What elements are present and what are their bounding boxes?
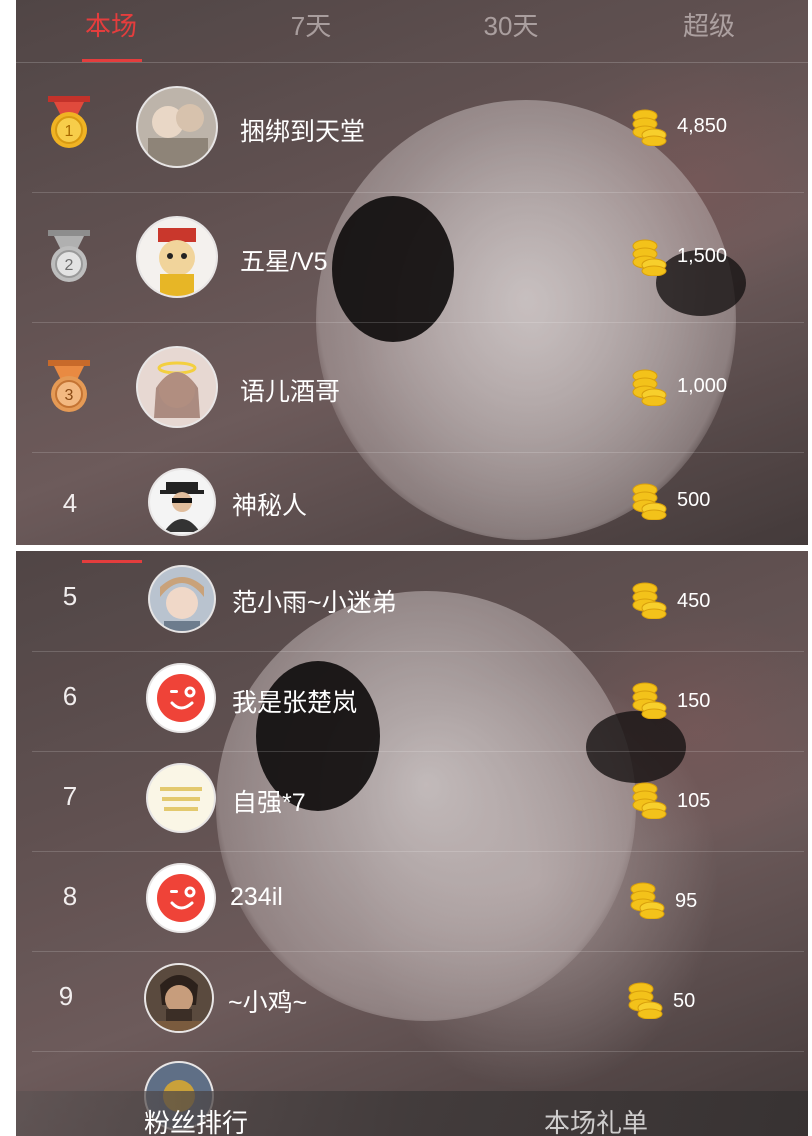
rank-number: 7 (62, 781, 78, 811)
username: 范小雨~小迷弟 (232, 589, 397, 617)
gold-coin-stack-icon (632, 483, 667, 520)
username: ~小鸡~ (228, 989, 308, 1017)
gold-coin-stack-icon (632, 239, 667, 276)
rank-number: 8 (62, 881, 78, 911)
gold-coin-stack-icon (630, 882, 665, 919)
rank-number: 5 (62, 581, 78, 611)
ranking-panel-bottom: 5 范小雨~小迷弟 450 6 我是张楚岚 150 7 自强*7 105 8 2… (16, 551, 808, 1136)
ranking-row[interactable]: 8 234il 95 (32, 851, 804, 952)
coin-amount: 50 (673, 990, 696, 1012)
coin-amount: 500 (677, 489, 711, 511)
tab-this-show[interactable]: 本场 (36, 6, 186, 46)
tab-30-days[interactable]: 30天 (436, 6, 586, 46)
red-wink-face-icon[interactable] (148, 665, 214, 731)
tab-7-days[interactable]: 7天 (236, 6, 386, 46)
avatar[interactable] (138, 88, 216, 166)
avatar[interactable] (150, 470, 214, 534)
username: 五星/V5 (240, 248, 328, 276)
ranking-row[interactable]: 7 自强*7 105 (32, 751, 804, 852)
gold-coin-stack-icon (632, 682, 667, 719)
gold-coin-stack-icon (632, 109, 667, 146)
avatar[interactable] (146, 965, 212, 1031)
gold-coin-stack-icon (632, 582, 667, 619)
rank-number: 6 (62, 681, 78, 711)
gold-coin-stack-icon (632, 369, 667, 406)
ranking-panel-top: 本场 7天 30天 超级 1 捆绑到天堂 4,850 2 五星/V5 1,500… (16, 0, 808, 545)
avatar[interactable] (138, 218, 216, 296)
tab-fan-ranking[interactable]: 粉丝排行 (144, 1103, 248, 1136)
username: 我是张楚岚 (232, 689, 358, 717)
username: 神秘人 (232, 492, 308, 520)
coin-amount: 1,500 (677, 245, 728, 267)
avatar[interactable] (150, 567, 214, 631)
username: 捆绑到天堂 (240, 118, 366, 146)
red-wink-face-icon[interactable] (148, 865, 214, 931)
tab-gift-list[interactable]: 本场礼单 (544, 1103, 648, 1136)
ranking-row[interactable]: 6 我是张楚岚 150 (32, 651, 804, 752)
coin-amount: 150 (677, 690, 711, 712)
coin-amount: 105 (677, 790, 711, 812)
username: 234il (230, 883, 283, 911)
bottom-tab-bar: 粉丝排行 本场礼单 (16, 1091, 808, 1136)
ranking-row[interactable]: 1 捆绑到天堂 4,850 (32, 62, 804, 193)
username: 自强*7 (232, 789, 306, 817)
coin-amount: 95 (675, 890, 698, 912)
gold-coin-stack-icon (632, 782, 667, 819)
avatar[interactable] (138, 348, 216, 426)
gold-coin-stack-icon (628, 982, 663, 1019)
ranking-row[interactable]: 9 ~小鸡~ 50 (32, 951, 804, 1052)
bronze-medal-icon: 3 (48, 360, 90, 412)
username: 语儿酒哥 (240, 378, 341, 406)
gold-medal-icon: 1 (48, 96, 90, 148)
avatar[interactable] (148, 765, 214, 831)
rank-number: 4 (62, 488, 78, 518)
ranking-row[interactable]: 3 语儿酒哥 1,000 (32, 322, 804, 453)
silver-medal-icon: 2 (48, 230, 90, 282)
coin-amount: 450 (677, 590, 711, 612)
rank-number: 9 (58, 981, 74, 1011)
ranking-row[interactable]: 2 五星/V5 1,500 (32, 192, 804, 323)
coin-amount: 1,000 (677, 375, 728, 397)
svg-text:2: 2 (65, 257, 74, 274)
period-tabs: 本场 7天 30天 超级 (16, 0, 808, 63)
ranking-row[interactable]: 5 范小雨~小迷弟 450 (32, 551, 804, 652)
svg-text:3: 3 (65, 387, 74, 404)
ranking-row[interactable]: 4 神秘人 500 (32, 452, 804, 545)
tab-super[interactable]: 超级 (634, 6, 784, 46)
coin-amount: 4,850 (677, 115, 728, 137)
svg-text:1: 1 (65, 123, 74, 140)
